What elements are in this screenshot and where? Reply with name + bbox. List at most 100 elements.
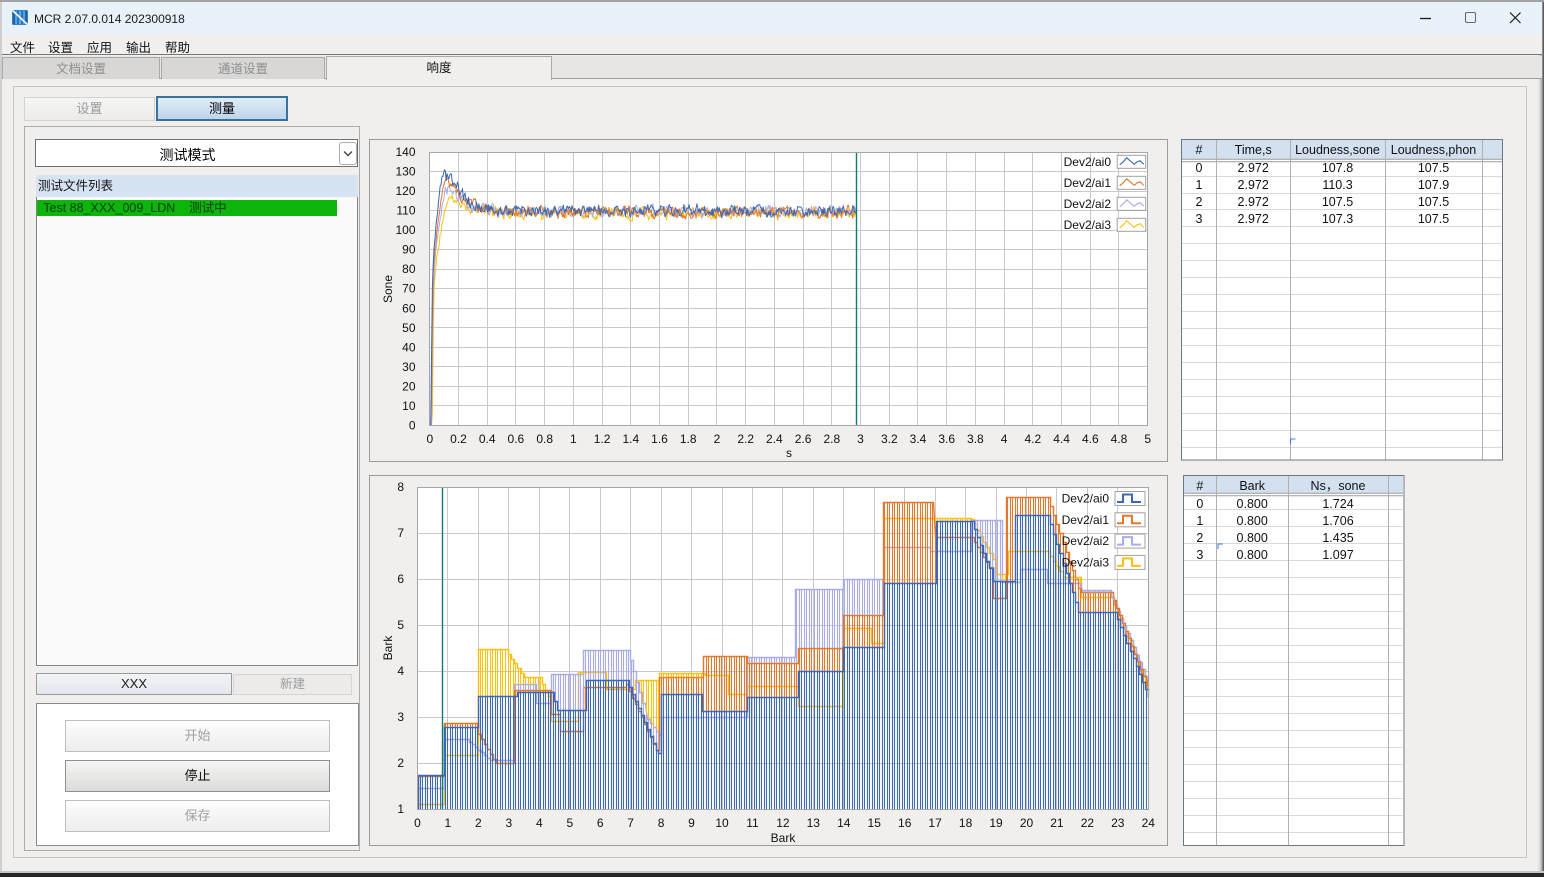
svg-text:3: 3 bbox=[397, 710, 404, 724]
svg-text:80: 80 bbox=[402, 262, 416, 276]
svg-text:1: 1 bbox=[1196, 514, 1203, 528]
svg-text:7: 7 bbox=[627, 816, 634, 830]
svg-text:1.4: 1.4 bbox=[622, 432, 639, 446]
svg-text:0.800: 0.800 bbox=[1237, 531, 1268, 545]
svg-text:5: 5 bbox=[1144, 432, 1151, 446]
svg-text:10: 10 bbox=[715, 816, 729, 830]
svg-text:107.5: 107.5 bbox=[1418, 212, 1449, 226]
svg-text:0.6: 0.6 bbox=[508, 432, 525, 446]
svg-text:2.2: 2.2 bbox=[737, 432, 754, 446]
svg-text:1.724: 1.724 bbox=[1322, 497, 1353, 511]
svg-text:107.5: 107.5 bbox=[1418, 195, 1449, 209]
svg-text:Bark: Bark bbox=[771, 831, 797, 845]
svg-text:120: 120 bbox=[395, 184, 415, 198]
svg-text:20: 20 bbox=[1020, 816, 1034, 830]
svg-text:1.8: 1.8 bbox=[680, 432, 697, 446]
svg-text:0.800: 0.800 bbox=[1237, 497, 1268, 511]
svg-text:0.8: 0.8 bbox=[536, 432, 553, 446]
svg-text:12: 12 bbox=[776, 816, 790, 830]
svg-text:14: 14 bbox=[837, 816, 851, 830]
svg-text:2.8: 2.8 bbox=[823, 432, 840, 446]
svg-text:107.5: 107.5 bbox=[1322, 195, 1353, 209]
svg-text:20: 20 bbox=[402, 379, 416, 393]
svg-text:2.972: 2.972 bbox=[1238, 212, 1269, 226]
svg-text:6: 6 bbox=[397, 572, 404, 586]
svg-text:s: s bbox=[786, 446, 792, 460]
svg-text:Ns，sone: Ns，sone bbox=[1311, 479, 1366, 493]
svg-text:100: 100 bbox=[395, 223, 415, 237]
svg-text:4: 4 bbox=[1001, 432, 1008, 446]
svg-text:2: 2 bbox=[397, 756, 404, 770]
svg-text:107.9: 107.9 bbox=[1418, 178, 1449, 192]
svg-text:3: 3 bbox=[857, 432, 864, 446]
svg-text:Dev2/ai1: Dev2/ai1 bbox=[1064, 176, 1112, 190]
svg-text:0: 0 bbox=[426, 432, 433, 446]
svg-text:22: 22 bbox=[1081, 816, 1095, 830]
svg-text:13: 13 bbox=[807, 816, 821, 830]
svg-text:19: 19 bbox=[989, 816, 1003, 830]
svg-text:9: 9 bbox=[688, 816, 695, 830]
svg-text:2.972: 2.972 bbox=[1238, 161, 1269, 175]
svg-text:110: 110 bbox=[396, 204, 415, 218]
svg-text:1: 1 bbox=[397, 802, 404, 816]
svg-text:50: 50 bbox=[402, 321, 416, 335]
svg-text:2.6: 2.6 bbox=[795, 432, 812, 446]
svg-text:3: 3 bbox=[1196, 548, 1203, 562]
svg-text:18: 18 bbox=[959, 816, 973, 830]
svg-text:3: 3 bbox=[1196, 212, 1203, 226]
svg-text:Dev2/ai0: Dev2/ai0 bbox=[1062, 492, 1110, 506]
svg-text:17: 17 bbox=[928, 816, 942, 830]
svg-text:15: 15 bbox=[868, 816, 882, 830]
svg-text:0.4: 0.4 bbox=[479, 432, 496, 446]
svg-text:Bark: Bark bbox=[1239, 479, 1265, 493]
svg-text:3.8: 3.8 bbox=[967, 432, 984, 446]
svg-text:40: 40 bbox=[402, 340, 416, 354]
svg-text:1.706: 1.706 bbox=[1322, 514, 1353, 528]
svg-text:1: 1 bbox=[1196, 178, 1203, 192]
svg-text:5: 5 bbox=[397, 618, 404, 632]
svg-text:Time,s: Time,s bbox=[1235, 143, 1272, 157]
svg-text:7: 7 bbox=[397, 526, 404, 540]
svg-text:140: 140 bbox=[395, 145, 415, 159]
svg-text:8: 8 bbox=[658, 816, 665, 830]
svg-text:60: 60 bbox=[402, 301, 416, 315]
svg-text:130: 130 bbox=[395, 165, 415, 179]
svg-text:Bark: Bark bbox=[381, 635, 395, 661]
svg-text:3.2: 3.2 bbox=[881, 432, 898, 446]
svg-text:2: 2 bbox=[475, 816, 482, 830]
svg-text:Dev2/ai1: Dev2/ai1 bbox=[1062, 513, 1110, 527]
svg-text:2: 2 bbox=[714, 432, 721, 446]
svg-text:107.8: 107.8 bbox=[1322, 161, 1353, 175]
svg-text:4.2: 4.2 bbox=[1024, 432, 1041, 446]
svg-text:#: # bbox=[1196, 143, 1203, 157]
svg-text:1: 1 bbox=[570, 432, 577, 446]
svg-text:0.2: 0.2 bbox=[450, 432, 467, 446]
svg-text:3: 3 bbox=[506, 816, 513, 830]
svg-text:30: 30 bbox=[402, 360, 416, 374]
svg-text:24: 24 bbox=[1142, 816, 1156, 830]
svg-text:110.3: 110.3 bbox=[1322, 178, 1352, 192]
svg-text:4.8: 4.8 bbox=[1111, 432, 1128, 446]
svg-text:#: # bbox=[1196, 479, 1203, 493]
svg-text:0: 0 bbox=[1196, 161, 1203, 175]
svg-text:70: 70 bbox=[402, 282, 416, 296]
svg-text:107.5: 107.5 bbox=[1418, 161, 1449, 175]
svg-text:0: 0 bbox=[414, 816, 421, 830]
svg-text:6: 6 bbox=[597, 816, 604, 830]
svg-text:Dev2/ai3: Dev2/ai3 bbox=[1064, 218, 1112, 232]
svg-text:4.4: 4.4 bbox=[1053, 432, 1070, 446]
svg-text:0.800: 0.800 bbox=[1237, 514, 1268, 528]
svg-text:2.972: 2.972 bbox=[1238, 195, 1269, 209]
svg-text:1.435: 1.435 bbox=[1322, 531, 1353, 545]
svg-text:1: 1 bbox=[445, 816, 452, 830]
svg-text:4.6: 4.6 bbox=[1082, 432, 1099, 446]
svg-text:Dev2/ai2: Dev2/ai2 bbox=[1062, 534, 1110, 548]
svg-text:Loudness,phon: Loudness,phon bbox=[1391, 143, 1477, 157]
svg-text:Dev2/ai3: Dev2/ai3 bbox=[1062, 555, 1110, 569]
svg-text:Dev2/ai2: Dev2/ai2 bbox=[1064, 197, 1112, 211]
svg-text:21: 21 bbox=[1050, 816, 1064, 830]
svg-text:0: 0 bbox=[1196, 497, 1203, 511]
svg-text:4: 4 bbox=[397, 664, 404, 678]
svg-text:90: 90 bbox=[402, 243, 416, 257]
svg-text:3.6: 3.6 bbox=[938, 432, 955, 446]
